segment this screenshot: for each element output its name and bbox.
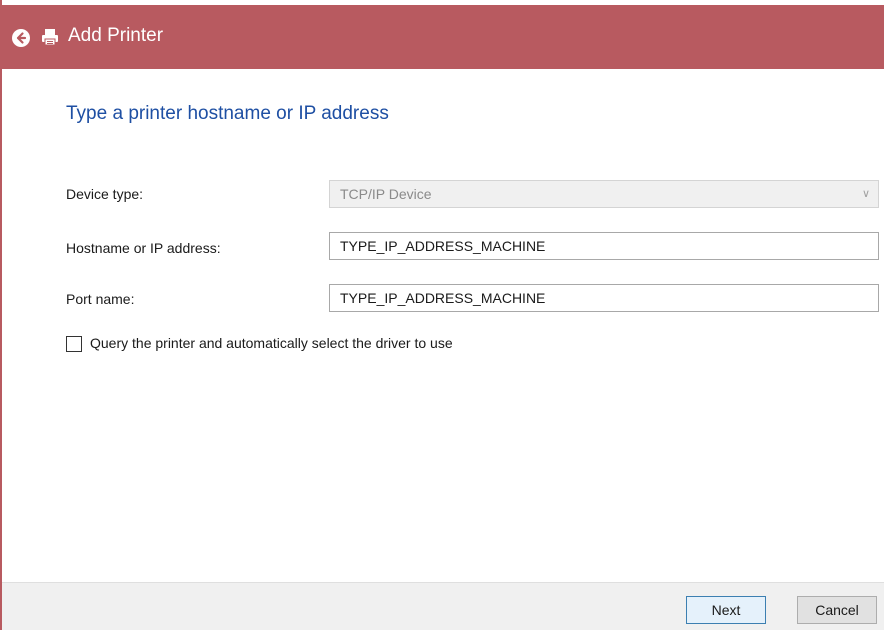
port-name-label: Port name:	[66, 291, 135, 307]
title-bar: Add Printer	[2, 5, 884, 69]
device-type-label: Device type:	[66, 186, 144, 202]
add-printer-window: Add Printer Type a printer hostname or I…	[0, 0, 884, 630]
printer-icon	[42, 29, 58, 46]
chevron-down-icon: ∨	[861, 188, 870, 200]
back-arrow-icon	[16, 32, 27, 44]
device-type-value: TCP/IP Device	[340, 186, 432, 202]
footer-bar: Next Cancel	[2, 582, 884, 630]
cancel-button[interactable]: Cancel	[797, 596, 877, 624]
window-title: Add Printer	[68, 25, 164, 46]
query-printer-label: Query the printer and automatically sele…	[90, 335, 453, 351]
device-type-select[interactable]: TCP/IP Device ∨	[329, 180, 879, 208]
hostname-label: Hostname or IP address:	[66, 240, 221, 256]
port-name-input[interactable]	[329, 284, 879, 312]
next-button[interactable]: Next	[686, 596, 766, 624]
page-heading: Type a printer hostname or IP address	[66, 103, 389, 124]
hostname-input[interactable]	[329, 232, 879, 260]
back-button[interactable]	[12, 29, 30, 47]
query-printer-checkbox[interactable]	[66, 336, 82, 352]
